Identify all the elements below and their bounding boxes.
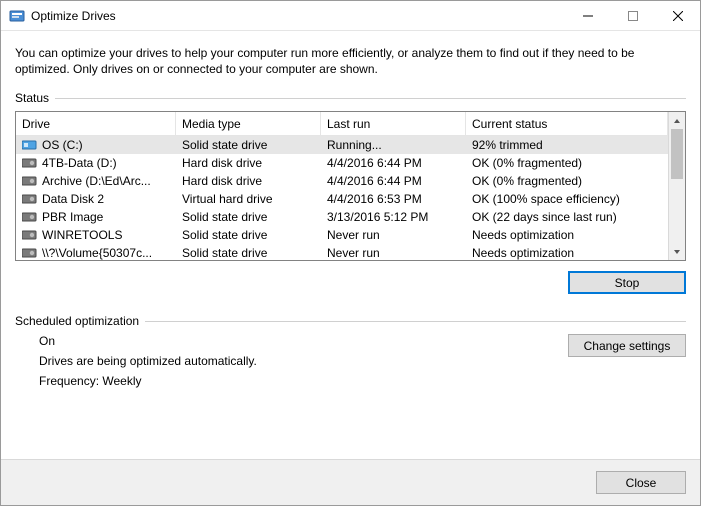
listview-header: Drive Media type Last run Current status (16, 112, 668, 136)
divider (145, 321, 686, 322)
drive-icon (22, 157, 38, 169)
drive-icon (22, 139, 38, 151)
drive-lastrun: Never run (321, 246, 466, 260)
drive-row[interactable]: \\?\Volume{50307c... Solid state driveNev… (16, 244, 668, 260)
drive-row[interactable]: PBR Image Solid state drive3/13/2016 5:12… (16, 208, 668, 226)
drive-media: Solid state drive (176, 138, 321, 152)
close-dialog-button[interactable]: Close (596, 471, 686, 494)
drive-status: 92% trimmed (466, 138, 668, 152)
drive-name: \\?\Volume{50307c... (42, 246, 152, 260)
drive-status: Needs optimization (466, 246, 668, 260)
vertical-scrollbar[interactable] (668, 112, 685, 260)
scroll-up-icon[interactable] (669, 112, 685, 129)
drive-icon (22, 247, 38, 259)
drive-name: PBR Image (42, 210, 103, 224)
maximize-button[interactable] (610, 1, 655, 30)
schedule-frequency: Frequency: Weekly (39, 374, 516, 388)
drives-listview[interactable]: Drive Media type Last run Current status… (15, 111, 686, 261)
change-settings-button[interactable]: Change settings (568, 334, 686, 357)
drive-status: Needs optimization (466, 228, 668, 242)
schedule-state: On (39, 334, 516, 348)
close-button[interactable] (655, 1, 700, 30)
divider (55, 98, 686, 99)
schedule-label: Scheduled optimization (15, 314, 139, 328)
scroll-thumb[interactable] (671, 129, 683, 179)
drive-status: OK (22 days since last run) (466, 210, 668, 224)
scroll-down-icon[interactable] (669, 243, 685, 260)
col-header-status[interactable]: Current status (466, 112, 668, 135)
status-label: Status (15, 91, 49, 105)
drive-status: OK (0% fragmented) (466, 174, 668, 188)
drive-media: Solid state drive (176, 246, 321, 260)
drive-name: OS (C:) (42, 138, 83, 152)
drive-row[interactable]: OS (C:) Solid state driveRunning...92% tr… (16, 136, 668, 154)
schedule-section-header: Scheduled optimization (15, 314, 686, 328)
drive-row[interactable]: WINRETOOLS Solid state driveNever runNeed… (16, 226, 668, 244)
dialog-footer: Close (1, 459, 700, 505)
drive-icon (22, 175, 38, 187)
drive-status: OK (100% space efficiency) (466, 192, 668, 206)
drive-icon (22, 229, 38, 241)
drive-lastrun: 4/4/2016 6:44 PM (321, 156, 466, 170)
drive-media: Solid state drive (176, 210, 321, 224)
drive-row[interactable]: Archive (D:\Ed\Arc... Hard disk drive4/4/… (16, 172, 668, 190)
drive-icon (22, 211, 38, 223)
drive-media: Hard disk drive (176, 156, 321, 170)
window-title: Optimize Drives (31, 9, 565, 23)
titlebar: Optimize Drives (1, 1, 700, 31)
drive-lastrun: 4/4/2016 6:44 PM (321, 174, 466, 188)
drive-row[interactable]: 4TB-Data (D:) Hard disk drive4/4/2016 6:4… (16, 154, 668, 172)
status-section-header: Status (15, 91, 686, 105)
drive-name: WINRETOOLS (42, 228, 122, 242)
drive-name: Archive (D:\Ed\Arc... (42, 174, 151, 188)
stop-button[interactable]: Stop (568, 271, 686, 294)
drive-status: OK (0% fragmented) (466, 156, 668, 170)
drive-lastrun: Never run (321, 228, 466, 242)
drive-media: Solid state drive (176, 228, 321, 242)
drive-icon (22, 193, 38, 205)
schedule-desc: Drives are being optimized automatically… (39, 354, 516, 368)
col-header-media[interactable]: Media type (176, 112, 321, 135)
col-header-lastrun[interactable]: Last run (321, 112, 466, 135)
drive-lastrun: 4/4/2016 6:53 PM (321, 192, 466, 206)
drive-media: Virtual hard drive (176, 192, 321, 206)
drive-name: 4TB-Data (D:) (42, 156, 117, 170)
drive-lastrun: Running... (321, 138, 466, 152)
app-icon (9, 8, 25, 24)
drive-lastrun: 3/13/2016 5:12 PM (321, 210, 466, 224)
drive-name: Data Disk 2 (42, 192, 104, 206)
intro-text: You can optimize your drives to help you… (15, 45, 686, 77)
drive-media: Hard disk drive (176, 174, 321, 188)
col-header-drive[interactable]: Drive (16, 112, 176, 135)
drive-row[interactable]: Data Disk 2 Virtual hard drive4/4/2016 6:… (16, 190, 668, 208)
scroll-track[interactable] (669, 129, 685, 243)
window-controls (565, 1, 700, 30)
minimize-button[interactable] (565, 1, 610, 30)
